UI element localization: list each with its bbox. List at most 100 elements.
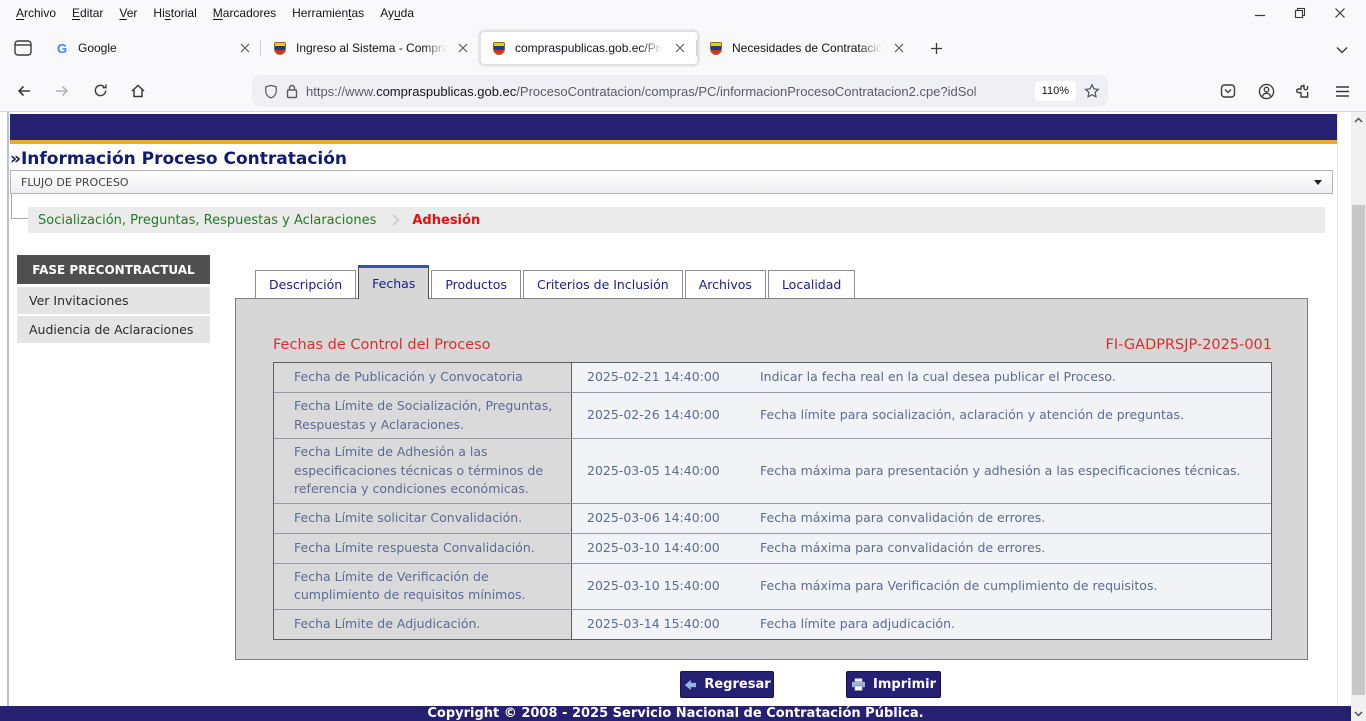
tab-archivos[interactable]: Archivos <box>685 270 766 298</box>
account-icon[interactable] <box>1250 75 1282 107</box>
scroll-up-icon[interactable] <box>1351 112 1366 127</box>
tab-title: Google <box>78 41 228 55</box>
vertical-scrollbar[interactable] <box>1351 112 1366 721</box>
sidebar-item-audiencia-aclaraciones[interactable]: Audiencia de Aclaraciones <box>17 316 210 343</box>
row-description: Fecha límite para socialización, aclarac… <box>754 393 1271 438</box>
menu-ayuda[interactable]: Ayuda <box>372 3 422 23</box>
back-arrow-icon <box>683 679 697 691</box>
menu-historial[interactable]: Historial <box>145 3 204 23</box>
bookmark-star-icon[interactable] <box>1084 83 1100 99</box>
tab-criterios-inclusion[interactable]: Criterios de Inclusión <box>523 270 683 298</box>
navigation-bar: https://www.compraspublicas.gob.ec/Proce… <box>0 70 1366 112</box>
window-controls <box>1240 0 1360 26</box>
menu-label: ditar <box>80 6 103 20</box>
menu-marcadores[interactable]: Marcadores <box>205 3 284 23</box>
row-date: 2025-02-21 14:40:00 <box>572 363 754 392</box>
row-label: Fecha Límite de Socialización, Preguntas… <box>274 393 572 438</box>
back-button[interactable] <box>8 75 40 107</box>
lock-icon[interactable] <box>286 84 298 99</box>
tab-title: compraspublicas.gob.ec/Proces <box>515 41 663 55</box>
ecuador-favicon-icon <box>708 40 724 56</box>
menu-label: as <box>352 6 365 20</box>
row-date: 2025-03-05 14:40:00 <box>572 439 754 503</box>
tab-close-icon[interactable] <box>454 39 472 57</box>
row-date: 2025-02-26 14:40:00 <box>572 393 754 438</box>
menu-ver[interactable]: Ver <box>111 3 145 23</box>
page-content: »Información Proceso Contratación FLUJO … <box>0 112 1351 721</box>
regresar-button[interactable]: Regresar <box>680 671 774 698</box>
menu-herramientas[interactable]: Herramientas <box>284 3 372 23</box>
dates-table: Fecha de Publicación y Convocatoria 2025… <box>273 362 1272 640</box>
tab-bar: G Google Ingreso al Sistema - Compras Pú… <box>0 26 1366 70</box>
site-header-band <box>10 114 1337 140</box>
imprimir-button[interactable]: Imprimir <box>846 671 941 698</box>
menu-hamburger-icon[interactable] <box>1326 75 1358 107</box>
forward-button[interactable] <box>46 75 78 107</box>
row-date: 2025-03-06 14:40:00 <box>572 504 754 533</box>
tab-fechas-active[interactable]: Fechas <box>358 265 429 299</box>
tab-close-icon[interactable] <box>671 39 689 57</box>
tab-title: Necesidades de Contratación y <box>732 41 882 55</box>
button-label: Regresar <box>704 677 770 692</box>
sidebar: FASE PRECONTRACTUAL Ver Invitaciones Aud… <box>17 255 210 345</box>
browser-tab-google[interactable]: G Google <box>44 31 262 65</box>
extensions-icon[interactable] <box>1288 75 1320 107</box>
row-label: Fecha Límite de Adhesión a las especific… <box>274 439 572 503</box>
browser-tab-ingreso[interactable]: Ingreso al Sistema - Compras Pú <box>262 31 480 65</box>
flujo-de-proceso-dropdown[interactable]: FLUJO DE PROCESO <box>10 170 1333 194</box>
tab-title: Ingreso al Sistema - Compras Pú <box>296 41 446 55</box>
menu-label: V <box>119 6 126 20</box>
pocket-icon[interactable] <box>1212 75 1244 107</box>
scroll-down-icon[interactable] <box>1351 706 1366 721</box>
list-all-tabs-icon[interactable] <box>1328 36 1356 64</box>
fechas-panel: Fechas de Control del Proceso FI-GADPRSJ… <box>235 298 1308 660</box>
chevron-down-icon <box>1314 180 1322 185</box>
row-label: Fecha Límite solicitar Convalidación. <box>274 504 572 533</box>
row-description: Fecha máxima para presentación y adhesió… <box>754 439 1271 503</box>
page-title: »Información Proceso Contratación <box>10 149 347 169</box>
page-left-border <box>7 112 9 721</box>
url-text[interactable]: https://www.compraspublicas.gob.ec/Proce… <box>306 84 1027 99</box>
menu-label: E <box>72 6 80 20</box>
row-date: 2025-03-10 14:40:00 <box>572 534 754 563</box>
menu-archivo[interactable]: Archivo <box>8 3 64 23</box>
tab-productos[interactable]: Productos <box>431 270 521 298</box>
sidebar-item-ver-invitaciones[interactable]: Ver Invitaciones <box>17 287 210 314</box>
table-row: Fecha Límite de Adjudicación. 2025-03-14… <box>274 610 1271 639</box>
menu-label: u <box>394 6 401 20</box>
menu-label: M <box>213 6 223 20</box>
tab-localidad[interactable]: Localidad <box>768 270 855 298</box>
table-row: Fecha Límite de Socialización, Preguntas… <box>274 393 1271 439</box>
scrollbar-thumb[interactable] <box>1352 205 1365 695</box>
row-description: Fecha máxima para convalidación de error… <box>754 534 1271 563</box>
button-label: Imprimir <box>873 677 936 692</box>
menu-label: Ay <box>380 6 394 20</box>
home-button[interactable] <box>122 75 154 107</box>
row-label: Fecha de Publicación y Convocatoria <box>274 363 572 392</box>
tab-close-icon[interactable] <box>890 39 908 57</box>
zoom-level-badge[interactable]: 110% <box>1035 81 1076 101</box>
reload-button[interactable] <box>84 75 116 107</box>
site-header-gold-line <box>10 140 1337 144</box>
row-description: Indicar la fecha real en la cual desea p… <box>754 363 1271 392</box>
menu-label: A <box>16 6 24 20</box>
url-bar[interactable]: https://www.compraspublicas.gob.ec/Proce… <box>252 75 1108 107</box>
menu-label: rchivo <box>24 6 56 20</box>
menu-editar[interactable]: Editar <box>64 3 111 23</box>
shield-icon[interactable] <box>264 84 278 99</box>
restore-button[interactable] <box>1280 1 1320 25</box>
row-label: Fecha Límite de Verificación de cumplimi… <box>274 564 572 609</box>
new-tab-button[interactable] <box>920 32 952 64</box>
panel-title: Fechas de Control del Proceso <box>273 337 491 353</box>
row-label: Fecha Límite de Adjudicación. <box>274 610 572 639</box>
tab-close-icon[interactable] <box>236 39 254 57</box>
browser-tab-compraspublicas-active[interactable]: compraspublicas.gob.ec/Proces <box>480 31 698 65</box>
close-window-button[interactable] <box>1320 1 1360 25</box>
row-date: 2025-03-14 15:40:00 <box>572 610 754 639</box>
breadcrumb-previous-step[interactable]: Socialización, Preguntas, Respuestas y A… <box>38 213 376 228</box>
browser-tab-necesidades[interactable]: Necesidades de Contratación y <box>698 31 916 65</box>
tab-descripcion[interactable]: Descripción <box>255 270 356 298</box>
firefox-view-icon[interactable] <box>6 32 40 64</box>
table-row: Fecha Límite de Adhesión a las especific… <box>274 439 1271 504</box>
minimize-button[interactable] <box>1240 1 1280 25</box>
